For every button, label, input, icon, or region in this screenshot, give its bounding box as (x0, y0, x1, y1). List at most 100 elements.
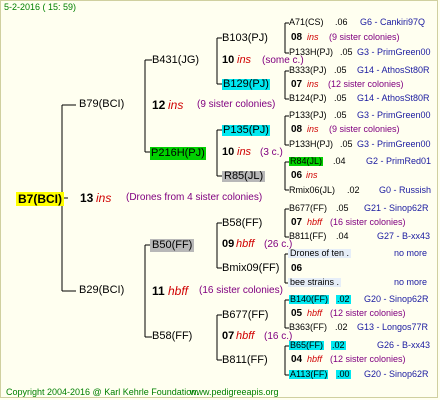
g4-num: .02 (347, 185, 360, 195)
g1-ins: ins (168, 98, 184, 112)
g4-ref: no more (394, 277, 428, 287)
g4-ins: hbff (307, 354, 323, 364)
g4-ins: hbff (307, 217, 323, 227)
g3-id: B129(PJ) (222, 78, 270, 90)
g1-num: 12 (152, 98, 166, 112)
g4-num: .05 (340, 139, 353, 149)
g4-id: B333(PJ) (289, 65, 327, 75)
g4-ref: G3 - PrimGreen00 (357, 47, 431, 57)
g2-ins: ins (237, 54, 252, 66)
g4-num: .02 (336, 294, 351, 304)
footer-site: www.pedigreeapis.org (190, 387, 279, 397)
g3-id: P135(PJ) (222, 124, 270, 136)
g4-note: (9 sister colonies) (329, 32, 400, 42)
g3-id: B58(FF) (222, 217, 263, 229)
root-num: 13 (80, 191, 94, 205)
g1-num: 11 (152, 284, 165, 298)
g4-ref: G0 - Russish (379, 185, 432, 195)
root-ins: ins (96, 191, 112, 205)
g4-num: .05 (334, 110, 347, 120)
g2-num: 09 (222, 238, 235, 250)
g4-id: B65(FF) (289, 340, 325, 350)
g4-id: B140(FF) (289, 294, 330, 304)
g4-num: 07 (291, 217, 303, 228)
g4-num: .02 (331, 340, 346, 350)
g4-text: bee strains . (288, 277, 342, 287)
g4-note: (12 sister colonies) (328, 79, 404, 89)
g4-num: 08 (291, 124, 303, 135)
g4-id: A71(CS) (289, 17, 324, 27)
g4-ins: ins (307, 79, 319, 89)
g4-num: 08 (291, 32, 303, 43)
date-stamp: 5-2-2016 ( 15: 59) (4, 2, 77, 12)
g2-ins: hbff (236, 330, 255, 342)
g4-num: .04 (336, 231, 349, 241)
g4-ins: ins (307, 32, 319, 42)
g4-ref: G3 - PrimGreen00 (357, 139, 431, 149)
g4-num: .05 (340, 47, 353, 57)
root-note: (Drones from 4 sister colonies) (126, 192, 263, 203)
g4-note: (12 sister colonies) (330, 354, 406, 364)
g4-num: 06 (291, 263, 303, 274)
g2-id: P216H(PJ) (150, 147, 206, 160)
g1-note: (16 sister colonies) (199, 285, 283, 296)
g2-num: 10 (222, 54, 235, 66)
g4-ins: ins (306, 170, 318, 180)
g2-note: (3 c.) (260, 147, 283, 158)
g4-id: P133H(PJ) (289, 139, 334, 149)
g3-id: B677(FF) (222, 309, 269, 321)
g4-ref: G3 - PrimGreen00 (357, 110, 431, 120)
g2-id: B58(FF) (152, 330, 193, 342)
g4-ref: no more (394, 248, 428, 258)
g4-num: 04 (291, 354, 303, 365)
g4-ref: G21 - Sinop62R (364, 203, 429, 213)
g4-num: .02 (335, 322, 348, 332)
g4-id: P133H(PJ) (289, 47, 334, 57)
g4-num: .04 (333, 156, 346, 166)
g4-ref: G27 - B-xx43 (377, 231, 431, 241)
g4-num: 05 (291, 308, 303, 319)
g4-id: B124(PJ) (289, 93, 327, 103)
g1-ins: hbff (168, 284, 189, 298)
g2-id: B431(JG) (152, 54, 200, 66)
g3-id: B103(PJ) (222, 32, 268, 44)
root-id: B7(BCI) (16, 192, 64, 206)
g4-note: (16 sister colonies) (330, 217, 406, 227)
g4-id: P133(PJ) (289, 110, 327, 120)
g4-ins: ins (307, 124, 319, 134)
g3-id: R85(JL) (222, 170, 266, 182)
g4-ref: G6 - Cankiri97Q (360, 17, 426, 27)
g4-num: .06 (335, 17, 348, 27)
g3-id: B811(FF) (222, 354, 268, 366)
g3-id: Bmix09(FF) (222, 262, 280, 274)
g4-ref: G14 - AthosSt80R (357, 93, 430, 103)
g4-id: B677(FF) (289, 203, 328, 213)
g2-num: 10 (222, 146, 235, 158)
g4-ref: G26 - B-xx43 (377, 340, 431, 350)
g4-num: 06 (291, 170, 303, 181)
g2-num: 07 (222, 330, 235, 342)
g4-ref: G14 - AthosSt80R (357, 65, 430, 75)
g4-id: Rmix06(JL) (289, 185, 336, 195)
g4-ref: G20 - Sinop62R (364, 369, 429, 379)
g4-num: 07 (291, 79, 303, 90)
g4-id: B363(FF) (289, 322, 328, 332)
g4-text: Drones of ten . (288, 248, 352, 258)
g4-id: A113(FF) (289, 369, 329, 379)
footer-copyright: Copyright 2004-2016 @ Karl Kehrle Founda… (6, 387, 199, 397)
g4-ref: G13 - Longos77R (357, 322, 429, 332)
g1-id: B29(BCI) (79, 284, 125, 296)
g1-id: B79(BCI) (79, 98, 125, 110)
g4-ins: hbff (307, 308, 323, 318)
g2-id: B50(FF) (150, 239, 195, 252)
g4-ref: G2 - PrimRed01 (366, 156, 432, 166)
g4-ref: G20 - Sinop62R (364, 294, 429, 304)
g1-note: (9 sister colonies) (197, 99, 276, 110)
g4-num: .05 (334, 93, 347, 103)
g4-num: .00 (336, 369, 351, 379)
g2-ins: ins (237, 146, 252, 158)
g4-num: .05 (336, 203, 349, 213)
g4-id: R84(JL) (289, 156, 324, 166)
g2-ins: hbff (236, 238, 255, 250)
g4-note: (9 sister colonies) (329, 124, 400, 134)
